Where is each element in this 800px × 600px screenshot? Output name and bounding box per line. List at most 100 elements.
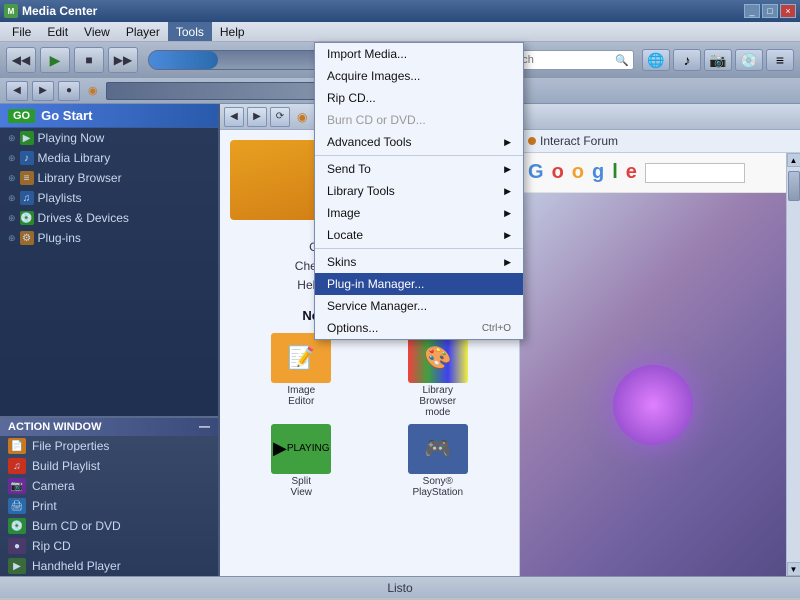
disc-icon-btn[interactable]: 💿 (735, 49, 763, 71)
titlebar-left: M Media Center (4, 4, 97, 18)
next-button[interactable]: ▶▶ (108, 47, 138, 73)
menu-image[interactable]: Image ▶ (315, 202, 523, 224)
sidebar: GO Go Start ⊕ ▶ Playing Now ⊕ ♪ Media Li… (0, 104, 220, 576)
sidebar-item-drives-devices[interactable]: ⊕ 💿 Drives & Devices (0, 208, 218, 228)
feature-image-editor: 📝 ImageEditor (236, 333, 367, 418)
menu-view[interactable]: View (76, 22, 118, 41)
menu-edit[interactable]: Edit (39, 22, 76, 41)
sidebar-item-playlists[interactable]: ⊕ ♫ Playlists (0, 188, 218, 208)
nav-label-playing-now: Playing Now (38, 131, 105, 145)
action-print[interactable]: 🖨 Print (0, 496, 218, 516)
search-icon[interactable]: 🔍 (615, 54, 629, 67)
scroll-up-btn[interactable]: ▲ (787, 153, 800, 167)
print-icon: 🖨 (8, 498, 26, 514)
menu-plugin-manager[interactable]: Plug-in Manager... (315, 273, 523, 295)
google-logo-e: e (626, 161, 637, 184)
split-view-icon: ▶PLAYING (271, 424, 331, 474)
sidebar-item-playing-now[interactable]: ⊕ ▶ Playing Now (0, 128, 218, 148)
menubar: File Edit View Player Tools Help (0, 22, 800, 42)
drives-devices-icon: 💿 (20, 211, 34, 225)
menu-player[interactable]: Player (118, 22, 168, 41)
nav-label-library-browser: Library Browser (38, 171, 122, 185)
camera-icon-btn[interactable]: 📷 (704, 49, 732, 71)
globe-icon-btn[interactable]: 🌐 (642, 49, 670, 71)
options-shortcut: Ctrl+O (482, 323, 511, 334)
scroll-down-btn[interactable]: ▼ (787, 562, 800, 576)
playlists-icon: ♫ (20, 191, 34, 205)
rip-cd-icon: ● (8, 538, 26, 554)
right-scrollbar[interactable]: ▲ ▼ (786, 153, 800, 576)
tools-menu[interactable]: Import Media... Acquire Images... Rip CD… (314, 42, 524, 340)
sidebar-item-media-library[interactable]: ⊕ ♪ Media Library (0, 148, 218, 168)
playing-now-icon: ▶ (20, 131, 34, 145)
app-icon: M (4, 4, 18, 18)
nav-label-drives-devices: Drives & Devices (38, 211, 129, 225)
expand-icon: ⊕ (8, 133, 16, 144)
fwd-button[interactable]: ▶ (32, 81, 54, 101)
go-start-label: Go Start (41, 108, 92, 123)
action-build-playlist[interactable]: ♫ Build Playlist (0, 456, 218, 476)
file-properties-icon: 📄 (8, 438, 26, 454)
minimize-button[interactable]: _ (744, 4, 760, 18)
menu-options[interactable]: Options... Ctrl+O (315, 317, 523, 339)
playstation-icon: 🎮 (408, 424, 468, 474)
menu-advanced-tools[interactable]: Advanced Tools ▶ (315, 131, 523, 153)
dot-indicator-content: ◉ (297, 110, 307, 124)
submenu-arrow: ▶ (504, 164, 511, 175)
menu-send-to[interactable]: Send To ▶ (315, 158, 523, 180)
burn-cd-icon: 💿 (8, 518, 26, 534)
right-pane: Interact Forum G o o g l e (520, 130, 800, 576)
feature-split-view: ▶PLAYING SplitView (236, 424, 367, 498)
scroll-thumb[interactable] (788, 171, 800, 201)
interact-image (520, 193, 786, 576)
music-icon-btn[interactable]: ♪ (673, 49, 701, 71)
menu-rip-cd[interactable]: Rip CD... (315, 87, 523, 109)
google-search-input[interactable] (645, 163, 745, 183)
menu-file[interactable]: File (4, 22, 39, 41)
menu-import-media[interactable]: Import Media... (315, 43, 523, 65)
glow-visual (613, 365, 693, 445)
list-icon-btn[interactable]: ≡ (766, 49, 794, 71)
action-camera[interactable]: 📷 Camera (0, 476, 218, 496)
content-back-btn[interactable]: ◀ (224, 107, 244, 127)
google-logo-o1: o (552, 161, 564, 184)
menu-service-manager[interactable]: Service Manager... (315, 295, 523, 317)
google-logo-o2: o (572, 161, 584, 184)
content-refresh-btn[interactable]: ⟳ (270, 107, 290, 127)
menu-skins[interactable]: Skins ▶ (315, 251, 523, 273)
close-button[interactable]: × (780, 4, 796, 18)
prev-button[interactable]: ◀◀ (6, 47, 36, 73)
right-content: G o o g l e MEDIA CENTER 11 releas (520, 153, 786, 576)
menu-acquire-images[interactable]: Acquire Images... (315, 65, 523, 87)
sidebar-item-library-browser[interactable]: ⊕ ≡ Library Browser (0, 168, 218, 188)
nav-label-media-library: Media Library (38, 151, 111, 165)
maximize-button[interactable]: □ (762, 4, 778, 18)
go-start-item[interactable]: GO Go Start (0, 104, 218, 128)
menu-locate[interactable]: Locate ▶ (315, 224, 523, 246)
action-burn-cd[interactable]: 💿 Burn CD or DVD (0, 516, 218, 536)
build-playlist-icon: ♫ (8, 458, 26, 474)
menu-tools[interactable]: Tools (168, 22, 212, 41)
plugins-icon: ⚙ (20, 231, 34, 245)
titlebar-controls[interactable]: _ □ × (744, 4, 796, 18)
action-file-properties[interactable]: 📄 File Properties (0, 436, 218, 456)
action-handheld-player[interactable]: ▶ Handheld Player (0, 556, 218, 576)
go-badge: GO (8, 109, 35, 123)
back-button[interactable]: ◀ (6, 81, 28, 101)
content-fwd-btn[interactable]: ▶ (247, 107, 267, 127)
stop-button[interactable]: ■ (74, 47, 104, 73)
submenu-arrow: ▶ (504, 186, 511, 197)
submenu-arrow: ▶ (504, 137, 511, 148)
camera-action-icon: 📷 (8, 478, 26, 494)
google-logo-l: l (612, 161, 618, 184)
dot-button[interactable]: ● (58, 81, 80, 101)
sidebar-item-plugins[interactable]: ⊕ ⚙ Plug-ins (0, 228, 218, 248)
image-editor-icon: 📝 (271, 333, 331, 383)
expand-icon: ⊕ (8, 173, 16, 184)
play-button[interactable]: ▶ (40, 47, 70, 73)
action-rip-cd[interactable]: ● Rip CD (0, 536, 218, 556)
menu-help[interactable]: Help (212, 22, 253, 41)
menu-library-tools[interactable]: Library Tools ▶ (315, 180, 523, 202)
menu-burn-cd[interactable]: Burn CD or DVD... (315, 109, 523, 131)
action-collapse-icon[interactable]: — (199, 421, 210, 433)
